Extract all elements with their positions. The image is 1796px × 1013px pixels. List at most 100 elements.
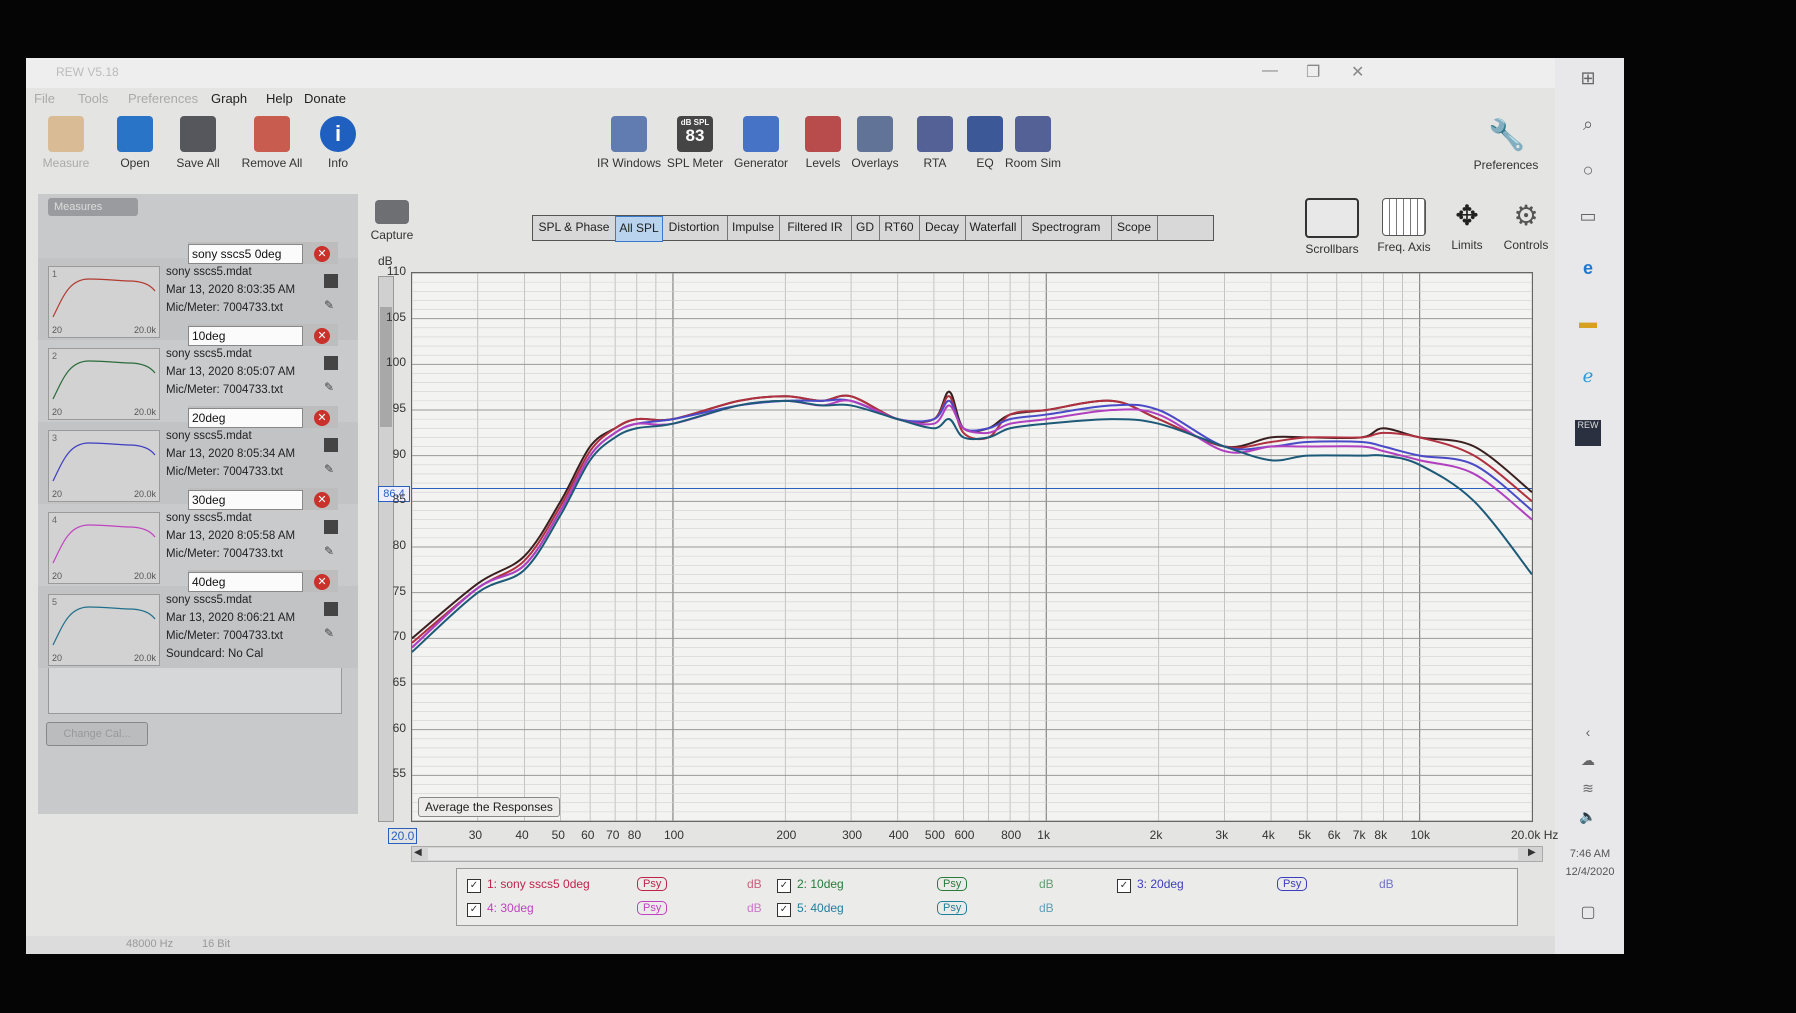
legend-checkbox[interactable]: ✓ <box>467 903 481 917</box>
cortana-icon[interactable]: ○ <box>1575 160 1601 186</box>
change-cal-button[interactable]: Change Cal... <box>46 722 148 746</box>
clock-date[interactable]: 12/4/2020 <box>1559 866 1621 878</box>
rew-app-icon[interactable]: REW <box>1575 420 1601 446</box>
pencil-icon[interactable]: ✎ <box>324 626 338 640</box>
measurement-name-field[interactable]: 30deg <box>188 490 303 510</box>
pencil-icon[interactable]: ✎ <box>324 298 338 312</box>
legend-checkbox[interactable]: ✓ <box>1117 879 1131 893</box>
info-button[interactable]: i Info <box>316 116 360 170</box>
ir-windows-button[interactable]: IR Windows <box>592 116 666 170</box>
tab-all-spl[interactable]: All SPL <box>615 216 663 242</box>
remove-measurement-icon[interactable]: ✕ <box>314 410 330 426</box>
tab-spectrogram[interactable]: Spectrogram <box>1021 216 1112 240</box>
legend-checkbox[interactable]: ✓ <box>467 879 481 893</box>
measurement-thumbnail[interactable]: 2 20 20.0k <box>48 348 160 420</box>
internet-explorer-icon[interactable]: ℯ <box>1575 366 1601 392</box>
tab-filtered-ir[interactable]: Filtered IR <box>779 216 852 240</box>
notification-icon[interactable]: ▢ <box>1575 902 1601 928</box>
menu-file[interactable]: File <box>34 91 55 106</box>
capture-button[interactable]: Capture <box>362 200 422 242</box>
menu-tools[interactable]: Tools <box>78 91 108 106</box>
measurement-thumbnail[interactable]: 4 20 20.0k <box>48 512 160 584</box>
legend-item[interactable]: ✓ 5: 40deg Psy dB <box>777 901 1054 917</box>
legend-item[interactable]: ✓ 3: 20deg Psy dB <box>1117 877 1394 893</box>
clock-time[interactable]: 7:46 AM <box>1559 848 1621 860</box>
scrollbars-button[interactable]: Scrollbars <box>1296 198 1368 256</box>
measurement-name-field[interactable]: sony sscs5 0deg <box>188 244 303 264</box>
measure-button[interactable]: Measure <box>38 116 94 170</box>
menu-graph[interactable]: Graph <box>211 91 247 106</box>
menu-donate[interactable]: Donate <box>304 91 346 106</box>
tab-decay[interactable]: Decay <box>919 216 966 240</box>
tab-spl-phase[interactable]: SPL & Phase <box>533 216 616 240</box>
search-icon[interactable]: ⌕ <box>1575 114 1601 140</box>
controls-button[interactable]: ⚙ Controls <box>1496 198 1556 252</box>
measurement-thumbnail[interactable]: 3 20 20.0k <box>48 430 160 502</box>
measurement-graph-icon[interactable] <box>324 274 338 288</box>
remove-measurement-icon[interactable]: ✕ <box>314 328 330 344</box>
legend-checkbox[interactable]: ✓ <box>777 879 791 893</box>
remove-measurement-icon[interactable]: ✕ <box>314 492 330 508</box>
tab-impulse[interactable]: Impulse <box>727 216 780 240</box>
scroll-right-icon[interactable]: ▶ <box>1528 847 1536 858</box>
measurement-graph-icon[interactable] <box>324 438 338 452</box>
spl-meter-button[interactable]: dB SPL 83 SPL Meter <box>658 116 732 170</box>
measurement-graph-icon[interactable] <box>324 520 338 534</box>
minimize-button[interactable]: — <box>1262 62 1278 80</box>
chevron-up-icon[interactable]: ‹ <box>1575 724 1601 750</box>
onedrive-icon[interactable]: ☁ <box>1575 752 1601 778</box>
save-all-button[interactable]: Save All <box>168 116 228 170</box>
horizontal-scrollbar[interactable]: ◀ ▶ <box>411 846 1543 862</box>
file-explorer-icon[interactable]: ▬ <box>1575 312 1601 338</box>
room-sim-button[interactable]: Room Sim <box>996 116 1070 170</box>
scroll-left-icon[interactable]: ◀ <box>414 847 422 858</box>
task-view-icon[interactable]: ▭ <box>1575 206 1601 232</box>
smoothing-badge[interactable]: Psy <box>937 901 968 915</box>
legend-item[interactable]: ✓ 1: sony sscs5 0deg Psy dB <box>467 877 762 893</box>
measurement-name-field[interactable]: 20deg <box>188 408 303 428</box>
close-button[interactable]: ✕ <box>1351 62 1364 82</box>
remove-measurement-icon[interactable]: ✕ <box>314 574 330 590</box>
smoothing-badge[interactable]: Psy <box>1277 877 1308 891</box>
measures-toggle[interactable]: Measures <box>48 198 138 216</box>
smoothing-badge[interactable]: Psy <box>937 877 968 891</box>
tab-gd[interactable]: GD <box>851 216 880 240</box>
measurement-thumbnail[interactable]: 1 20 20.0k <box>48 266 160 338</box>
smoothing-badge[interactable]: Psy <box>637 877 668 891</box>
measurement-thumbnail[interactable]: 5 20 20.0k <box>48 594 160 666</box>
legend-item[interactable]: ✓ 2: 10deg Psy dB <box>777 877 1054 893</box>
tab-distortion[interactable]: Distortion <box>661 216 728 240</box>
limits-button[interactable]: ✥ Limits <box>1440 198 1494 252</box>
preferences-button[interactable]: 🔧 Preferences <box>1466 118 1546 172</box>
pencil-icon[interactable]: ✎ <box>324 544 338 558</box>
legend-item[interactable]: ✓ 4: 30deg Psy dB <box>467 901 762 917</box>
measurement-name-field[interactable]: 40deg <box>188 572 303 592</box>
thumbnail-max-label: 20.0k <box>133 489 156 499</box>
spl-plot[interactable]: Average the Responses <box>411 272 1533 822</box>
menu-preferences[interactable]: Preferences <box>128 91 198 106</box>
freq-axis-icon <box>1382 198 1426 236</box>
pencil-icon[interactable]: ✎ <box>324 380 338 394</box>
restore-button[interactable]: ❐ <box>1306 62 1320 82</box>
remove-all-button[interactable]: Remove All <box>234 116 310 170</box>
smoothing-badge[interactable]: Psy <box>637 901 668 915</box>
volume-icon[interactable]: 🔈 <box>1575 808 1601 834</box>
tab-rt60[interactable]: RT60 <box>879 216 920 240</box>
measurement-name-field[interactable]: 10deg <box>188 326 303 346</box>
edge-icon[interactable]: e <box>1575 258 1601 284</box>
menu-help[interactable]: Help <box>266 91 293 106</box>
horizontal-scroll-thumb[interactable] <box>428 848 1518 860</box>
legend-checkbox[interactable]: ✓ <box>777 903 791 917</box>
pencil-icon[interactable]: ✎ <box>324 462 338 476</box>
tab-waterfall[interactable]: Waterfall <box>965 216 1022 240</box>
measurement-item[interactable]: 40deg ✕ 5 20 20.0k sony sscs5.mdat Mar 13, 202… <box>38 570 358 668</box>
average-responses-button[interactable]: Average the Responses <box>418 797 560 817</box>
measurement-graph-icon[interactable] <box>324 356 338 370</box>
measurement-graph-icon[interactable] <box>324 602 338 616</box>
freq-axis-button[interactable]: Freq. Axis <box>1371 198 1437 254</box>
remove-measurement-icon[interactable]: ✕ <box>314 246 330 262</box>
network-icon[interactable]: ≋ <box>1575 780 1601 806</box>
open-button[interactable]: Open <box>110 116 160 170</box>
tab-scope[interactable]: Scope <box>1111 216 1158 240</box>
windows-start-icon[interactable]: ⊞ <box>1575 68 1601 94</box>
